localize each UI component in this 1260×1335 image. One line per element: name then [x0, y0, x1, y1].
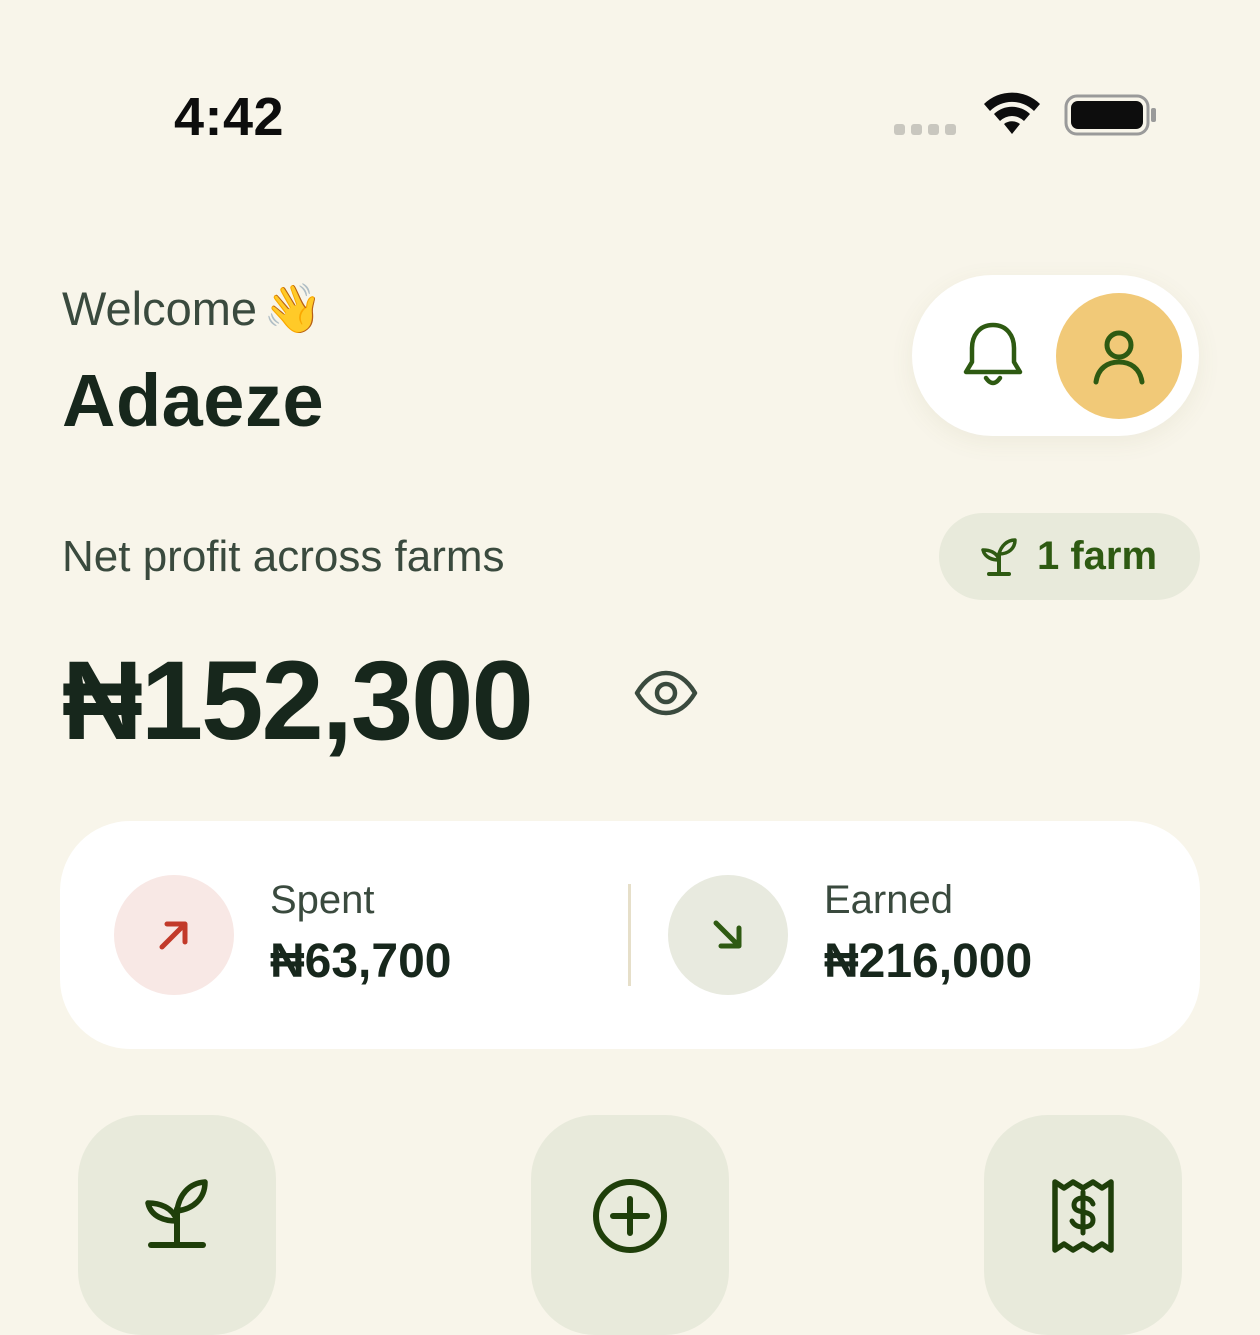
earned-amount: ₦216,000	[824, 935, 1033, 988]
eye-icon	[634, 670, 698, 716]
sprout-icon	[981, 537, 1017, 576]
spent-label: Spent	[270, 878, 375, 922]
spent-indicator	[114, 875, 234, 995]
card-divider	[628, 884, 631, 986]
waving-hand-icon: 👋	[263, 283, 323, 336]
earned-indicator	[668, 875, 788, 995]
arrow-down-right-icon	[713, 920, 742, 949]
add-circle-icon	[593, 1179, 667, 1253]
toggle-visibility-button[interactable]	[634, 670, 698, 716]
welcome-text: Welcome	[62, 282, 258, 335]
arrow-up-right-icon	[159, 921, 188, 950]
transactions-button[interactable]	[984, 1115, 1182, 1335]
user-icon	[1093, 330, 1145, 385]
farms-action-button[interactable]	[78, 1115, 276, 1335]
status-time: 4:42	[174, 87, 285, 147]
welcome-greeting: Welcome 👋	[62, 280, 323, 337]
battery-icon	[1064, 94, 1156, 136]
net-profit-label: Net profit across farms	[62, 532, 505, 581]
bell-icon	[963, 322, 1023, 386]
profile-avatar-button[interactable]	[1056, 293, 1182, 419]
spent-amount: ₦63,700	[270, 935, 452, 988]
earned-label: Earned	[824, 878, 953, 922]
signal-dots-icon	[894, 124, 956, 135]
net-profit-amount: ₦152,300	[62, 638, 534, 763]
wifi-icon	[984, 92, 1040, 134]
farm-count-label: 1 farm	[1037, 534, 1158, 578]
add-record-button[interactable]	[531, 1115, 729, 1335]
notifications-button[interactable]	[952, 310, 1034, 400]
receipt-dollar-icon	[1052, 1179, 1114, 1253]
sprout-icon	[145, 1179, 208, 1248]
farm-count-button[interactable]: 1 farm	[939, 513, 1200, 600]
user-name: Adaeze	[62, 359, 325, 442]
